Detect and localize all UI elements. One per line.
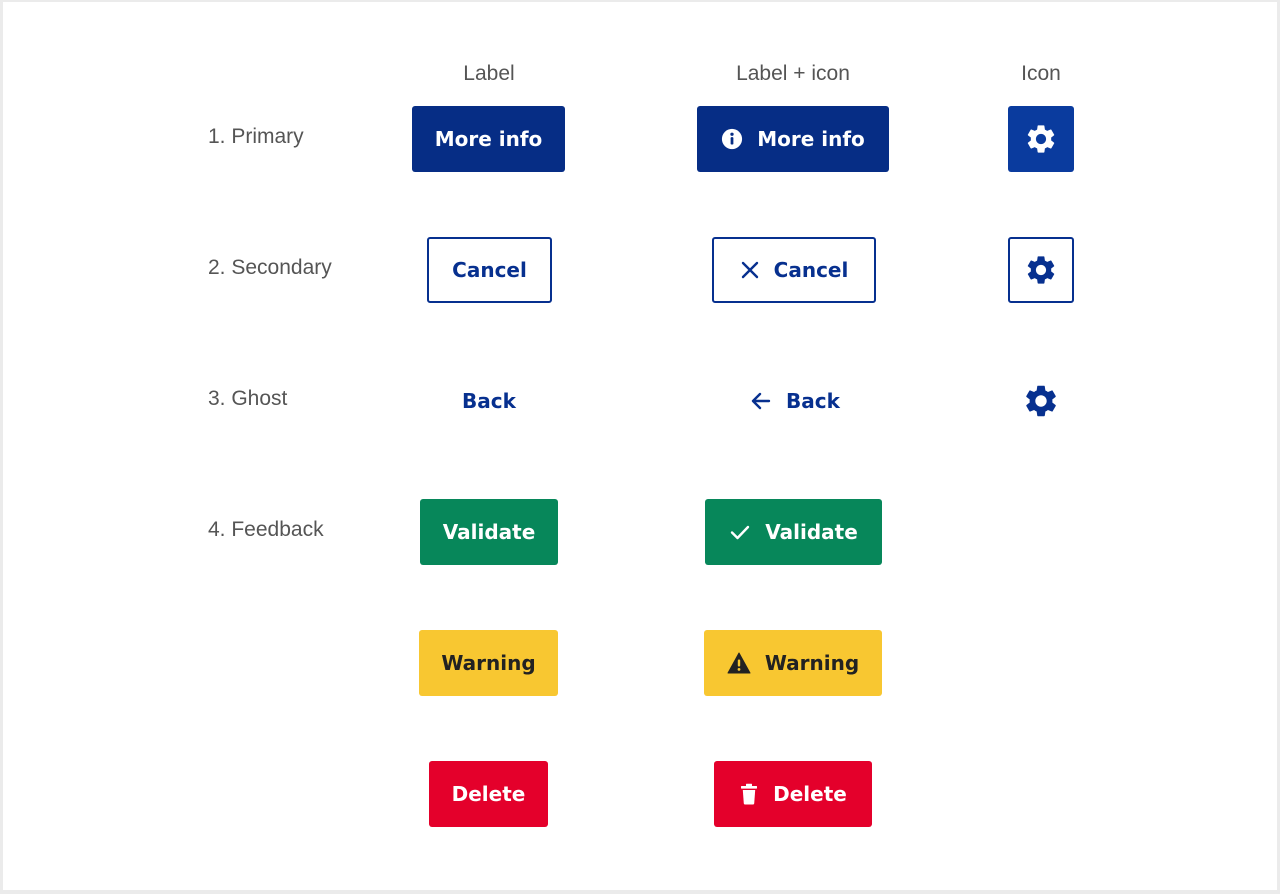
delete-button-with-icon-label: Delete [773, 782, 847, 806]
arrow-left-icon [751, 392, 771, 410]
validate-button-label: Validate [442, 520, 536, 544]
row-label-primary: 1. Primary [208, 125, 304, 148]
warning-button-label: Warning [441, 651, 536, 675]
column-header-label-icon: Label + icon [736, 62, 850, 85]
validate-button-with-icon-label: Validate [765, 520, 858, 544]
secondary-button-with-icon-label: Cancel [773, 258, 849, 282]
validate-button[interactable]: Validate [420, 499, 558, 565]
delete-button-with-icon[interactable]: Delete [714, 761, 872, 827]
row-label-feedback: 4. Feedback [208, 518, 324, 541]
warning-button-with-icon[interactable]: Warning [704, 630, 882, 696]
gear-icon [1027, 256, 1055, 284]
secondary-icon-button[interactable] [1008, 237, 1074, 303]
ghost-button[interactable]: Back [443, 368, 535, 434]
validate-button-with-icon[interactable]: Validate [705, 499, 882, 565]
warning-button-with-icon-label: Warning [764, 651, 860, 675]
column-header-icon: Icon [1021, 62, 1061, 85]
ghost-button-with-icon-label: Back [786, 389, 840, 413]
delete-button[interactable]: Delete [429, 761, 548, 827]
ghost-button-label: Back [462, 389, 516, 413]
secondary-button-label: Cancel [452, 258, 527, 282]
warning-triangle-icon [727, 652, 751, 674]
close-icon [741, 261, 758, 279]
primary-button[interactable]: More info [412, 106, 565, 172]
trash-icon [741, 783, 758, 805]
warning-button[interactable]: Warning [419, 630, 558, 696]
secondary-button[interactable]: Cancel [427, 237, 552, 303]
ghost-icon-button[interactable] [1008, 368, 1074, 434]
row-label-ghost: 3. Ghost [208, 387, 288, 410]
ghost-button-with-icon[interactable]: Back [733, 368, 857, 434]
row-label-secondary: 2. Secondary [208, 256, 332, 279]
column-header-label: Label [463, 62, 515, 85]
delete-button-label: Delete [451, 782, 526, 806]
primary-button-with-icon-label: More info [757, 127, 865, 151]
primary-button-label: More info [434, 127, 543, 151]
primary-icon-button[interactable] [1008, 106, 1074, 172]
gear-icon [1026, 385, 1056, 417]
info-icon [722, 128, 743, 150]
secondary-button-with-icon[interactable]: Cancel [712, 237, 876, 303]
check-icon [731, 525, 750, 540]
button-showcase: Label Label + icon Icon 1. Primary 2. Se… [3, 2, 1277, 890]
gear-icon [1027, 125, 1055, 153]
primary-button-with-icon[interactable]: More info [697, 106, 889, 172]
